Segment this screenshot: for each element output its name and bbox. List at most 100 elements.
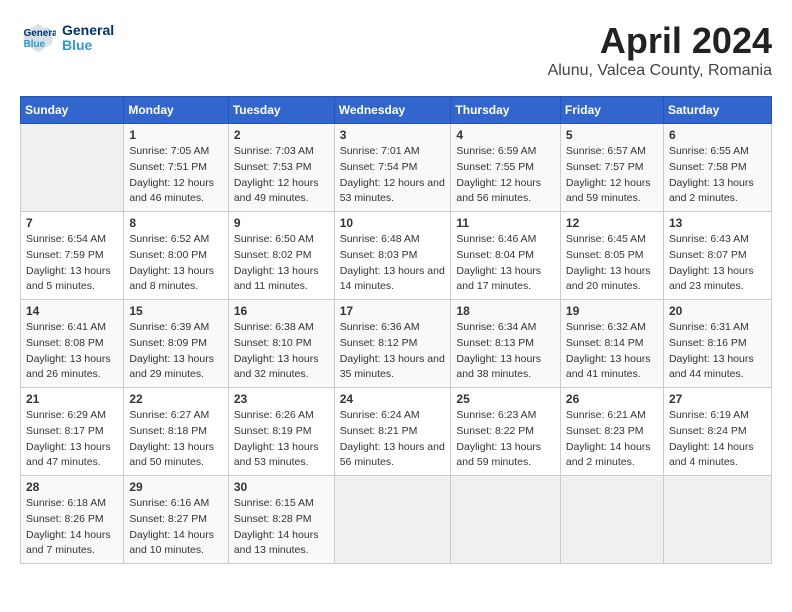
calendar-cell: [663, 476, 771, 564]
week-row-4: 21 Sunrise: 6:29 AMSunset: 8:17 PMDayligh…: [21, 388, 772, 476]
calendar-cell: 1 Sunrise: 7:05 AMSunset: 7:51 PMDaylight…: [124, 124, 228, 212]
calendar-cell: 11 Sunrise: 6:46 AMSunset: 8:04 PMDayligh…: [451, 212, 561, 300]
calendar-cell: 7 Sunrise: 6:54 AMSunset: 7:59 PMDaylight…: [21, 212, 124, 300]
day-number: 23: [234, 392, 329, 406]
day-number: 17: [340, 304, 446, 318]
calendar-cell: 14Sunrise: 6:41 AMSunset: 8:08 PMDayligh…: [21, 300, 124, 388]
svg-text:General: General: [24, 28, 56, 39]
logo: General Blue General Blue: [20, 20, 114, 56]
calendar-cell: 12 Sunrise: 6:45 AMSunset: 8:05 PMDayligh…: [560, 212, 663, 300]
calendar-cell: 25 Sunrise: 6:23 AMSunset: 8:22 PMDayligh…: [451, 388, 561, 476]
calendar-cell: 30 Sunrise: 6:15 AMSunset: 8:28 PMDayligh…: [228, 476, 334, 564]
day-number: 27: [669, 392, 766, 406]
day-detail: Sunrise: 6:34 AMSunset: 8:13 PMDaylight:…: [456, 320, 555, 383]
day-number: 22: [129, 392, 222, 406]
calendar-cell: 28Sunrise: 6:18 AMSunset: 8:26 PMDayligh…: [21, 476, 124, 564]
day-detail: Sunrise: 6:50 AMSunset: 8:02 PMDaylight:…: [234, 232, 329, 295]
day-number: 4: [456, 128, 555, 142]
day-number: 1: [129, 128, 222, 142]
calendar-cell: 3 Sunrise: 7:01 AMSunset: 7:54 PMDaylight…: [334, 124, 451, 212]
day-detail: Sunrise: 6:27 AMSunset: 8:18 PMDaylight:…: [129, 408, 222, 471]
day-number: 26: [566, 392, 658, 406]
calendar-cell: 6Sunrise: 6:55 AMSunset: 7:58 PMDaylight…: [663, 124, 771, 212]
col-header-thursday: Thursday: [451, 97, 561, 124]
day-number: 21: [26, 392, 118, 406]
day-number: 7: [26, 216, 118, 230]
day-number: 9: [234, 216, 329, 230]
calendar-cell: 19Sunrise: 6:32 AMSunset: 8:14 PMDayligh…: [560, 300, 663, 388]
day-detail: Sunrise: 6:57 AMSunset: 7:57 PMDaylight:…: [566, 144, 658, 207]
calendar-cell: [560, 476, 663, 564]
day-detail: Sunrise: 6:52 AMSunset: 8:00 PMDaylight:…: [129, 232, 222, 295]
day-number: 11: [456, 216, 555, 230]
day-detail: Sunrise: 6:21 AMSunset: 8:23 PMDaylight:…: [566, 408, 658, 471]
title-block: April 2024 Alunu, Valcea County, Romania: [548, 20, 772, 80]
day-detail: Sunrise: 6:31 AMSunset: 8:16 PMDaylight:…: [669, 320, 766, 383]
calendar-cell: 2Sunrise: 7:03 AMSunset: 7:53 PMDaylight…: [228, 124, 334, 212]
day-detail: Sunrise: 6:59 AMSunset: 7:55 PMDaylight:…: [456, 144, 555, 207]
logo-icon: General Blue: [20, 20, 56, 56]
day-detail: Sunrise: 6:39 AMSunset: 8:09 PMDaylight:…: [129, 320, 222, 383]
calendar-cell: [334, 476, 451, 564]
calendar-cell: 22 Sunrise: 6:27 AMSunset: 8:18 PMDayligh…: [124, 388, 228, 476]
day-detail: Sunrise: 7:03 AMSunset: 7:53 PMDaylight:…: [234, 144, 329, 207]
day-number: 18: [456, 304, 555, 318]
calendar-cell: 17 Sunrise: 6:36 AMSunset: 8:12 PMDayligh…: [334, 300, 451, 388]
day-detail: Sunrise: 6:29 AMSunset: 8:17 PMDaylight:…: [26, 408, 118, 471]
day-detail: Sunrise: 6:55 AMSunset: 7:58 PMDaylight:…: [669, 144, 766, 207]
calendar-cell: 27 Sunrise: 6:19 AMSunset: 8:24 PMDayligh…: [663, 388, 771, 476]
calendar-cell: 23 Sunrise: 6:26 AMSunset: 8:19 PMDayligh…: [228, 388, 334, 476]
day-detail: Sunrise: 6:45 AMSunset: 8:05 PMDaylight:…: [566, 232, 658, 295]
day-number: 13: [669, 216, 766, 230]
calendar-cell: 29 Sunrise: 6:16 AMSunset: 8:27 PMDayligh…: [124, 476, 228, 564]
day-detail: Sunrise: 6:24 AMSunset: 8:21 PMDaylight:…: [340, 408, 446, 471]
day-number: 16: [234, 304, 329, 318]
week-row-1: 1 Sunrise: 7:05 AMSunset: 7:51 PMDaylight…: [21, 124, 772, 212]
calendar-cell: 9 Sunrise: 6:50 AMSunset: 8:02 PMDaylight…: [228, 212, 334, 300]
day-number: 25: [456, 392, 555, 406]
day-number: 30: [234, 480, 329, 494]
day-detail: Sunrise: 6:32 AMSunset: 8:14 PMDaylight:…: [566, 320, 658, 383]
day-detail: Sunrise: 6:54 AMSunset: 7:59 PMDaylight:…: [26, 232, 118, 295]
day-number: 24: [340, 392, 446, 406]
col-header-wednesday: Wednesday: [334, 97, 451, 124]
col-header-saturday: Saturday: [663, 97, 771, 124]
day-number: 12: [566, 216, 658, 230]
week-row-5: 28Sunrise: 6:18 AMSunset: 8:26 PMDayligh…: [21, 476, 772, 564]
calendar-cell: 13 Sunrise: 6:43 AMSunset: 8:07 PMDayligh…: [663, 212, 771, 300]
day-detail: Sunrise: 6:15 AMSunset: 8:28 PMDaylight:…: [234, 496, 329, 559]
calendar-cell: 18 Sunrise: 6:34 AMSunset: 8:13 PMDayligh…: [451, 300, 561, 388]
day-number: 5: [566, 128, 658, 142]
col-header-tuesday: Tuesday: [228, 97, 334, 124]
col-header-monday: Monday: [124, 97, 228, 124]
page-title: April 2024: [548, 20, 772, 62]
calendar-cell: 8Sunrise: 6:52 AMSunset: 8:00 PMDaylight…: [124, 212, 228, 300]
day-detail: Sunrise: 6:18 AMSunset: 8:26 PMDaylight:…: [26, 496, 118, 559]
logo-line1: General: [62, 23, 114, 38]
day-number: 29: [129, 480, 222, 494]
calendar-cell: 24 Sunrise: 6:24 AMSunset: 8:21 PMDayligh…: [334, 388, 451, 476]
calendar-cell: [451, 476, 561, 564]
day-number: 3: [340, 128, 446, 142]
calendar-cell: 10Sunrise: 6:48 AMSunset: 8:03 PMDayligh…: [334, 212, 451, 300]
calendar-cell: 16Sunrise: 6:38 AMSunset: 8:10 PMDayligh…: [228, 300, 334, 388]
day-detail: Sunrise: 7:05 AMSunset: 7:51 PMDaylight:…: [129, 144, 222, 207]
day-detail: Sunrise: 6:36 AMSunset: 8:12 PMDaylight:…: [340, 320, 446, 383]
logo-line2: Blue: [62, 38, 114, 53]
calendar-cell: [21, 124, 124, 212]
day-detail: Sunrise: 6:19 AMSunset: 8:24 PMDaylight:…: [669, 408, 766, 471]
calendar-cell: 21 Sunrise: 6:29 AMSunset: 8:17 PMDayligh…: [21, 388, 124, 476]
day-detail: Sunrise: 6:26 AMSunset: 8:19 PMDaylight:…: [234, 408, 329, 471]
day-detail: Sunrise: 6:23 AMSunset: 8:22 PMDaylight:…: [456, 408, 555, 471]
day-detail: Sunrise: 6:46 AMSunset: 8:04 PMDaylight:…: [456, 232, 555, 295]
week-row-3: 14Sunrise: 6:41 AMSunset: 8:08 PMDayligh…: [21, 300, 772, 388]
page-subtitle: Alunu, Valcea County, Romania: [548, 62, 772, 80]
day-number: 10: [340, 216, 446, 230]
col-header-friday: Friday: [560, 97, 663, 124]
day-detail: Sunrise: 6:43 AMSunset: 8:07 PMDaylight:…: [669, 232, 766, 295]
day-detail: Sunrise: 7:01 AMSunset: 7:54 PMDaylight:…: [340, 144, 446, 207]
calendar-cell: 4 Sunrise: 6:59 AMSunset: 7:55 PMDaylight…: [451, 124, 561, 212]
day-detail: Sunrise: 6:16 AMSunset: 8:27 PMDaylight:…: [129, 496, 222, 559]
week-row-2: 7 Sunrise: 6:54 AMSunset: 7:59 PMDaylight…: [21, 212, 772, 300]
header-row: SundayMondayTuesdayWednesdayThursdayFrid…: [21, 97, 772, 124]
